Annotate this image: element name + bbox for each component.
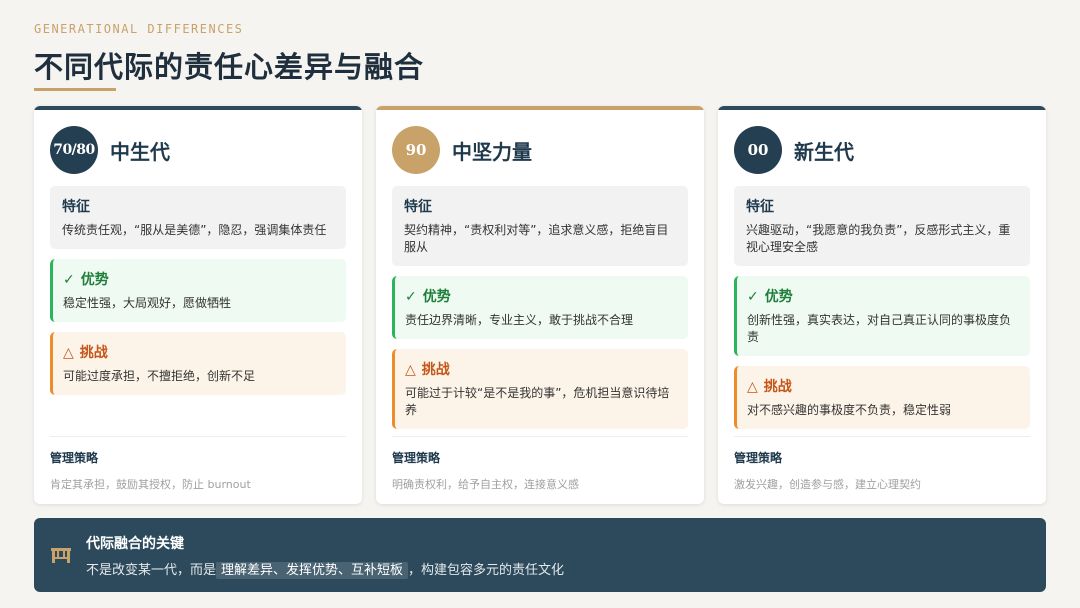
challenge-block: △ 挑战 对不感兴趣的事极度不负责，稳定性弱 [734, 366, 1030, 429]
eyebrow-label: GENERATIONAL DIFFERENCES [34, 22, 244, 36]
card-top-bar [718, 106, 1046, 110]
feature-heading: 特征 [404, 199, 432, 215]
title-underline [34, 88, 116, 91]
advantage-label: 优势 [764, 289, 793, 305]
card-core-force: 90 中坚力量 特征 契约精神，“责权利对等”，追求意义感，拒绝盲目服从 ✓ 优势… [376, 106, 704, 504]
check-icon: ✓ [747, 289, 759, 305]
strategy-section: 管理策略 明确责权利，给予自主权，连接意义感 [392, 436, 688, 492]
warning-triangle-icon: △ [747, 379, 758, 395]
advantage-text: 稳定性强，大局观好，愿做牺牲 [63, 296, 232, 310]
strategy-text: 明确责权利，给予自主权，连接意义感 [392, 478, 579, 491]
strategy-heading: 管理策略 [50, 451, 99, 465]
generation-badge: 70/80 [50, 126, 98, 174]
advantage-heading: ✓ 优势 [405, 286, 676, 306]
advantage-label: 优势 [80, 272, 109, 288]
feature-heading: 特征 [62, 199, 90, 215]
fusion-banner: 代际融合的关键 不是改变某一代，而是 理解差异、发挥优势、互补短板 ，构建包容多元的… [34, 518, 1046, 592]
card-blocks: 特征 传统责任观，“服从是美德”，隐忍，强调集体责任 ✓ 优势 稳定性强，大局观好… [50, 186, 346, 405]
bridge-icon [50, 545, 72, 565]
card-header: 90 中坚力量 [392, 126, 532, 174]
advantage-block: ✓ 优势 创新性强，真实表达，对自己真正认同的事极度负责 [734, 276, 1030, 356]
warning-triangle-icon: △ [405, 362, 416, 378]
advantage-heading: ✓ 优势 [63, 269, 334, 289]
warning-triangle-icon: △ [63, 345, 74, 361]
challenge-label: 挑战 [421, 362, 450, 378]
strategy-text: 激发兴趣，创造参与感，建立心理契约 [734, 478, 921, 491]
slide: GENERATIONAL DIFFERENCES 不同代际的责任心差异与融合 7… [0, 0, 1080, 608]
strategy-section: 管理策略 肯定其承担，鼓励其授权，防止 burnout [50, 436, 346, 492]
strategy-heading: 管理策略 [734, 451, 783, 465]
feature-block: 特征 契约精神，“责权利对等”，追求意义感，拒绝盲目服从 [392, 186, 688, 266]
feature-text: 契约精神，“责权利对等”，追求意义感，拒绝盲目服从 [404, 223, 669, 254]
card-title: 中坚力量 [452, 139, 532, 164]
advantage-heading: ✓ 优势 [747, 286, 1018, 306]
card-blocks: 特征 契约精神，“责权利对等”，追求意义感，拒绝盲目服从 ✓ 优势 责任边界清晰，… [392, 186, 688, 439]
challenge-block: △ 挑战 可能过度承担，不擅拒绝，创新不足 [50, 332, 346, 395]
card-middle-generation: 70/80 中生代 特征 传统责任观，“服从是美德”，隐忍，强调集体责任 ✓ 优势… [34, 106, 362, 504]
challenge-text: 可能过于计较“是不是我的事”，危机担当意识待培养 [405, 386, 670, 417]
card-top-bar [376, 106, 704, 110]
card-header: 70/80 中生代 [50, 126, 170, 174]
advantage-text: 责任边界清晰，专业主义，敢于挑战不合理 [405, 313, 634, 327]
feature-heading: 特征 [746, 199, 774, 215]
check-icon: ✓ [63, 272, 75, 288]
feature-block: 特征 兴趣驱动，“我愿意的我负责”，反感形式主义，重视心理安全感 [734, 186, 1030, 266]
strategy-text: 肯定其承担，鼓励其授权，防止 burnout [50, 478, 251, 491]
banner-text-before: 不是改变某一代，而是 [86, 562, 217, 578]
feature-text: 兴趣驱动，“我愿意的我负责”，反感形式主义，重视心理安全感 [746, 223, 1011, 254]
card-new-generation: 00 新生代 特征 兴趣驱动，“我愿意的我负责”，反感形式主义，重视心理安全感 … [718, 106, 1046, 504]
advantage-text: 创新性强，真实表达，对自己真正认同的事极度负责 [747, 313, 1012, 344]
challenge-label: 挑战 [763, 379, 792, 395]
strategy-heading: 管理策略 [392, 451, 441, 465]
generation-cards: 70/80 中生代 特征 传统责任观，“服从是美德”，隐忍，强调集体责任 ✓ 优势… [34, 106, 1046, 504]
card-title: 新生代 [794, 139, 854, 164]
challenge-heading: △ 挑战 [63, 342, 334, 362]
strategy-section: 管理策略 激发兴趣，创造参与感，建立心理契约 [734, 436, 1030, 492]
banner-text: 代际融合的关键 不是改变某一代，而是 理解差异、发挥优势、互补短板 ，构建包容多元的… [86, 533, 565, 579]
challenge-block: △ 挑战 可能过于计较“是不是我的事”，危机担当意识待培养 [392, 349, 688, 429]
challenge-label: 挑战 [79, 345, 108, 361]
banner-title: 代际融合的关键 [86, 535, 184, 552]
advantage-label: 优势 [422, 289, 451, 305]
feature-text: 传统责任观，“服从是美德”，隐忍，强调集体责任 [62, 223, 327, 237]
page-title: 不同代际的责任心差异与融合 [34, 50, 425, 84]
advantage-block: ✓ 优势 责任边界清晰，专业主义，敢于挑战不合理 [392, 276, 688, 339]
challenge-heading: △ 挑战 [747, 376, 1018, 396]
challenge-heading: △ 挑战 [405, 359, 676, 379]
banner-text-after: ，构建包容多元的责任文化 [408, 562, 565, 578]
card-header: 00 新生代 [734, 126, 854, 174]
card-title: 中生代 [110, 139, 170, 164]
check-icon: ✓ [405, 289, 417, 305]
card-top-bar [34, 106, 362, 110]
banner-highlight: 理解差异、发挥优势、互补短板 [216, 561, 409, 579]
card-blocks: 特征 兴趣驱动，“我愿意的我负责”，反感形式主义，重视心理安全感 ✓ 优势 创新性… [734, 186, 1030, 439]
feature-block: 特征 传统责任观，“服从是美德”，隐忍，强调集体责任 [50, 186, 346, 249]
challenge-text: 对不感兴趣的事极度不负责，稳定性弱 [747, 403, 952, 417]
banner-body: 不是改变某一代，而是 理解差异、发挥优势、互补短板 ，构建包容多元的责任文化 [86, 559, 565, 579]
advantage-block: ✓ 优势 稳定性强，大局观好，愿做牺牲 [50, 259, 346, 322]
generation-badge: 90 [392, 126, 440, 174]
challenge-text: 可能过度承担，不擅拒绝，创新不足 [63, 369, 256, 383]
generation-badge: 00 [734, 126, 782, 174]
